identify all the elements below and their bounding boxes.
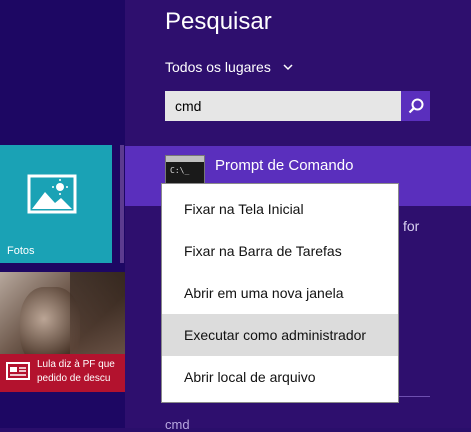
fotos-tile[interactable]: Fotos [0, 145, 112, 263]
news-tile[interactable]: Lula diz à PF que pedido de descu [0, 272, 125, 392]
search-icon [408, 98, 423, 114]
menu-item-pin-taskbar[interactable]: Fixar na Barra de Tarefas [162, 230, 398, 272]
context-menu: Fixar na Tela Inicial Fixar na Barra de … [161, 183, 399, 403]
menu-item-open-file-location[interactable]: Abrir local de arquivo [162, 356, 398, 398]
menu-item-open-new-window[interactable]: Abrir em uma nova janela [162, 272, 398, 314]
chevron-down-icon[interactable] [281, 60, 295, 74]
news-headline-line: Lula diz à PF que [37, 359, 115, 370]
news-icon [6, 362, 30, 380]
background-result-text: for [403, 218, 420, 234]
search-result-label[interactable]: Prompt de Comando [215, 157, 353, 174]
news-headline-bar: Lula diz à PF que pedido de descu [0, 354, 125, 392]
search-title: Pesquisar [165, 8, 272, 35]
news-headline: Lula diz à PF que pedido de descu [37, 358, 125, 386]
news-headline-line: pedido de descu [37, 373, 111, 384]
search-button[interactable] [401, 91, 430, 121]
partial-tile-edge [120, 145, 124, 263]
news-photo-shadow [70, 272, 125, 362]
menu-item-run-as-admin[interactable]: Executar como administrador [162, 314, 398, 356]
background-suggestion-text[interactable]: cmd [165, 417, 190, 432]
menu-item-pin-start[interactable]: Fixar na Tela Inicial [162, 188, 398, 230]
search-input[interactable] [165, 91, 401, 121]
fotos-tile-label: Fotos [7, 245, 35, 257]
search-scope-dropdown[interactable]: Todos os lugares [165, 59, 271, 75]
photo-icon [27, 174, 77, 214]
